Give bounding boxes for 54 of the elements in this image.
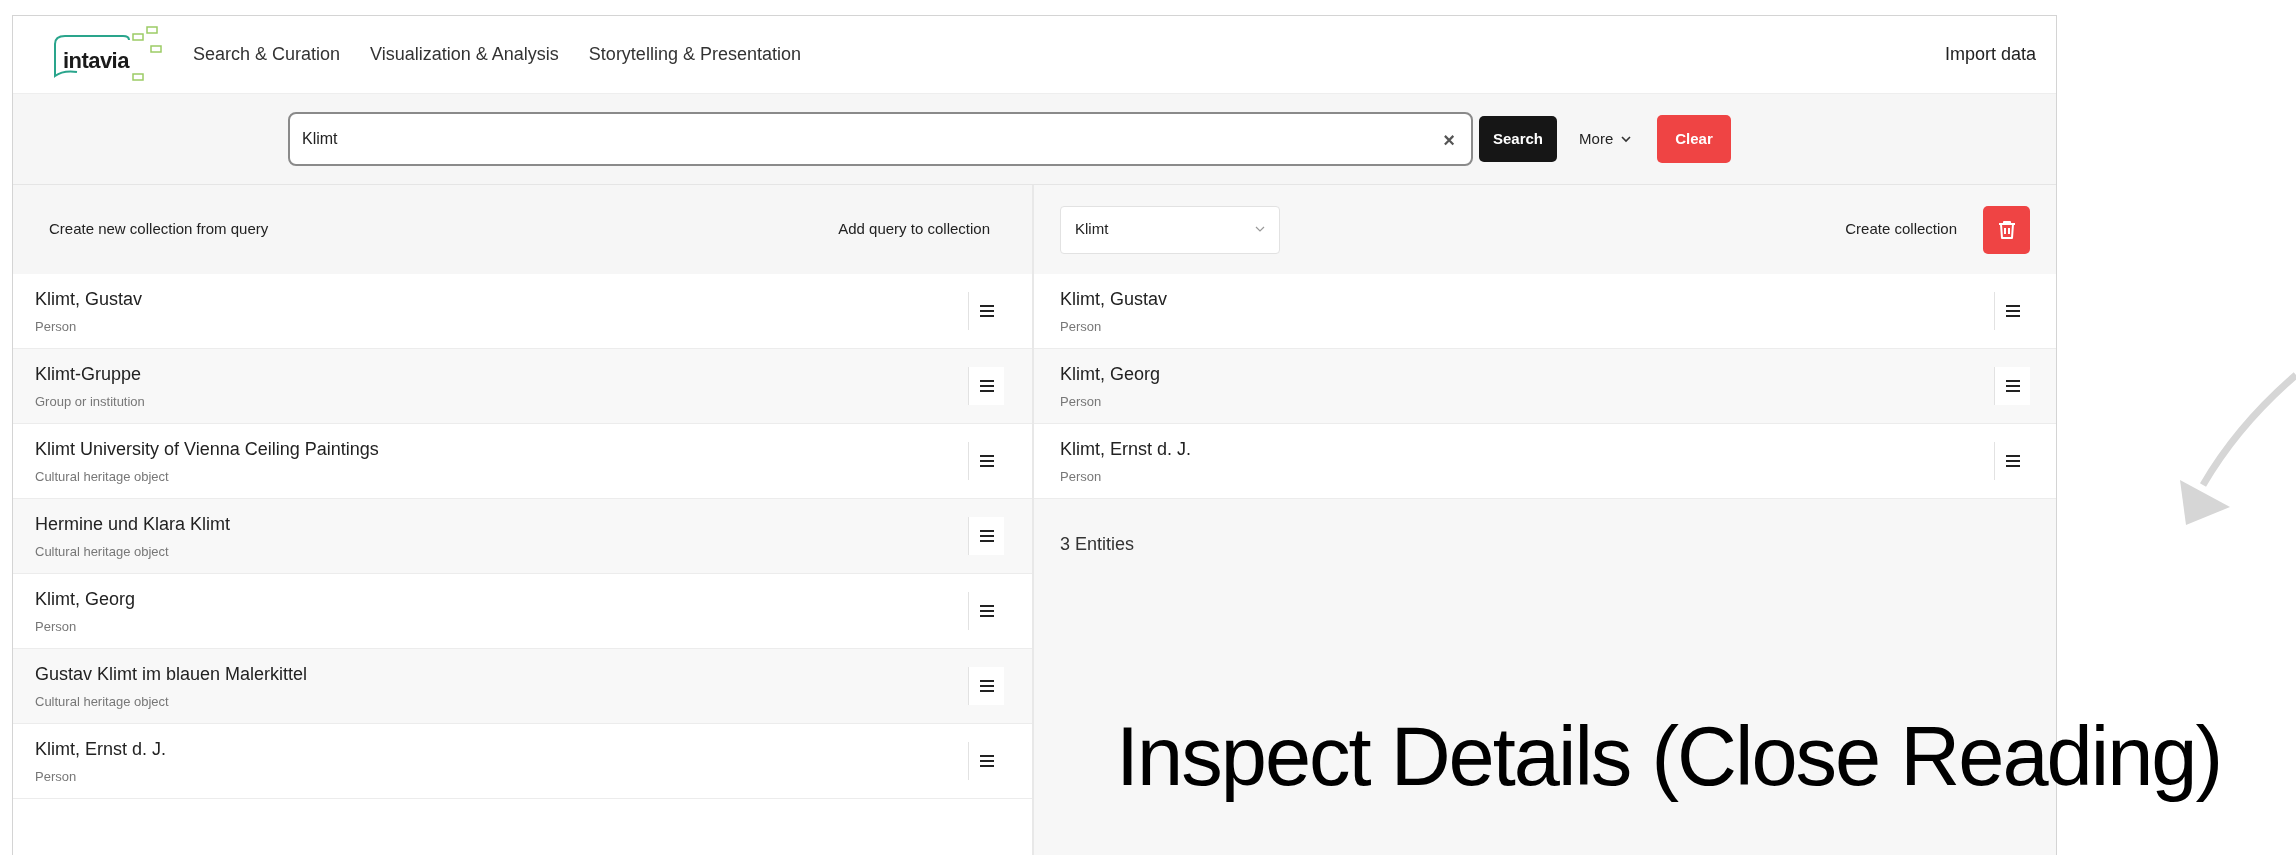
add-query-to-collection-button[interactable]: Add query to collection	[824, 208, 1004, 251]
logo-text: intavia	[63, 46, 129, 75]
entity-name: Klimt University of Vienna Ceiling Paintings	[35, 437, 380, 461]
menu-icon	[2005, 305, 2020, 317]
clear-button[interactable]: Clear	[1657, 115, 1731, 163]
entity-count: 3 Entities	[1060, 533, 1136, 556]
entity-type: Person	[1060, 467, 1103, 486]
menu-icon	[979, 455, 994, 467]
nav-link[interactable]: Visualization & Analysis	[370, 41, 559, 68]
more-button[interactable]: More	[1567, 116, 1644, 162]
chevron-down-icon	[1621, 135, 1632, 143]
nav-link[interactable]: Storytelling & Presentation	[588, 41, 801, 68]
nav-link[interactable]: Search & Curation	[193, 41, 341, 68]
menu-icon	[979, 680, 994, 692]
curved-arrow-icon	[2178, 370, 2296, 525]
menu-icon	[2005, 455, 2020, 467]
entity-type: Cultural heritage object	[35, 542, 170, 561]
trash-icon	[1997, 219, 2016, 240]
entity-type: Person	[35, 767, 78, 786]
create-collection-button[interactable]: Create collection	[1833, 208, 1969, 251]
menu-icon	[979, 380, 994, 392]
entity-type: Person	[1060, 317, 1103, 336]
entity-name: Klimt-Gruppe	[35, 362, 143, 386]
menu-icon	[979, 530, 994, 542]
import-data-link[interactable]: Import data	[1944, 41, 2036, 68]
menu-icon	[979, 305, 994, 317]
entity-type: Group or institution	[35, 392, 146, 411]
entity-name: Klimt, Ernst d. J.	[35, 737, 168, 761]
menu-icon	[979, 755, 994, 767]
entity-name: Klimt, Georg	[35, 587, 137, 611]
menu-icon	[979, 605, 994, 617]
menu-button[interactable]	[968, 367, 1004, 405]
entity-name: Klimt, Ernst d. J.	[1060, 437, 1193, 461]
menu-button[interactable]	[968, 667, 1004, 705]
entity-name: Klimt, Gustav	[1060, 287, 1169, 311]
menu-icon	[2005, 380, 2020, 392]
collection-select[interactable]: Klimt	[1060, 205, 1280, 254]
entity-type: Cultural heritage object	[35, 467, 170, 486]
clear-search-icon[interactable]: ×	[1443, 125, 1455, 155]
entity-name: Gustav Klimt im blauen Malerkittel	[35, 662, 309, 686]
entity-name: Klimt, Georg	[1060, 362, 1162, 386]
entity-type: Person	[35, 317, 78, 336]
search-button[interactable]: Search	[1479, 116, 1558, 162]
entity-type: Cultural heritage object	[35, 692, 170, 711]
entity-type: Person	[35, 617, 78, 636]
delete-button[interactable]	[1983, 205, 2030, 254]
chevron-down-icon	[1255, 226, 1265, 233]
create-collection-from-query-button[interactable]: Create new collection from query	[35, 208, 283, 251]
logo-icon	[53, 25, 165, 84]
entity-type: Person	[1060, 392, 1103, 411]
entity-name: Hermine und Klara Klimt	[35, 512, 232, 536]
menu-button[interactable]	[968, 517, 1004, 555]
menu-button[interactable]	[1994, 367, 2030, 405]
entity-name: Klimt, Gustav	[35, 287, 144, 311]
